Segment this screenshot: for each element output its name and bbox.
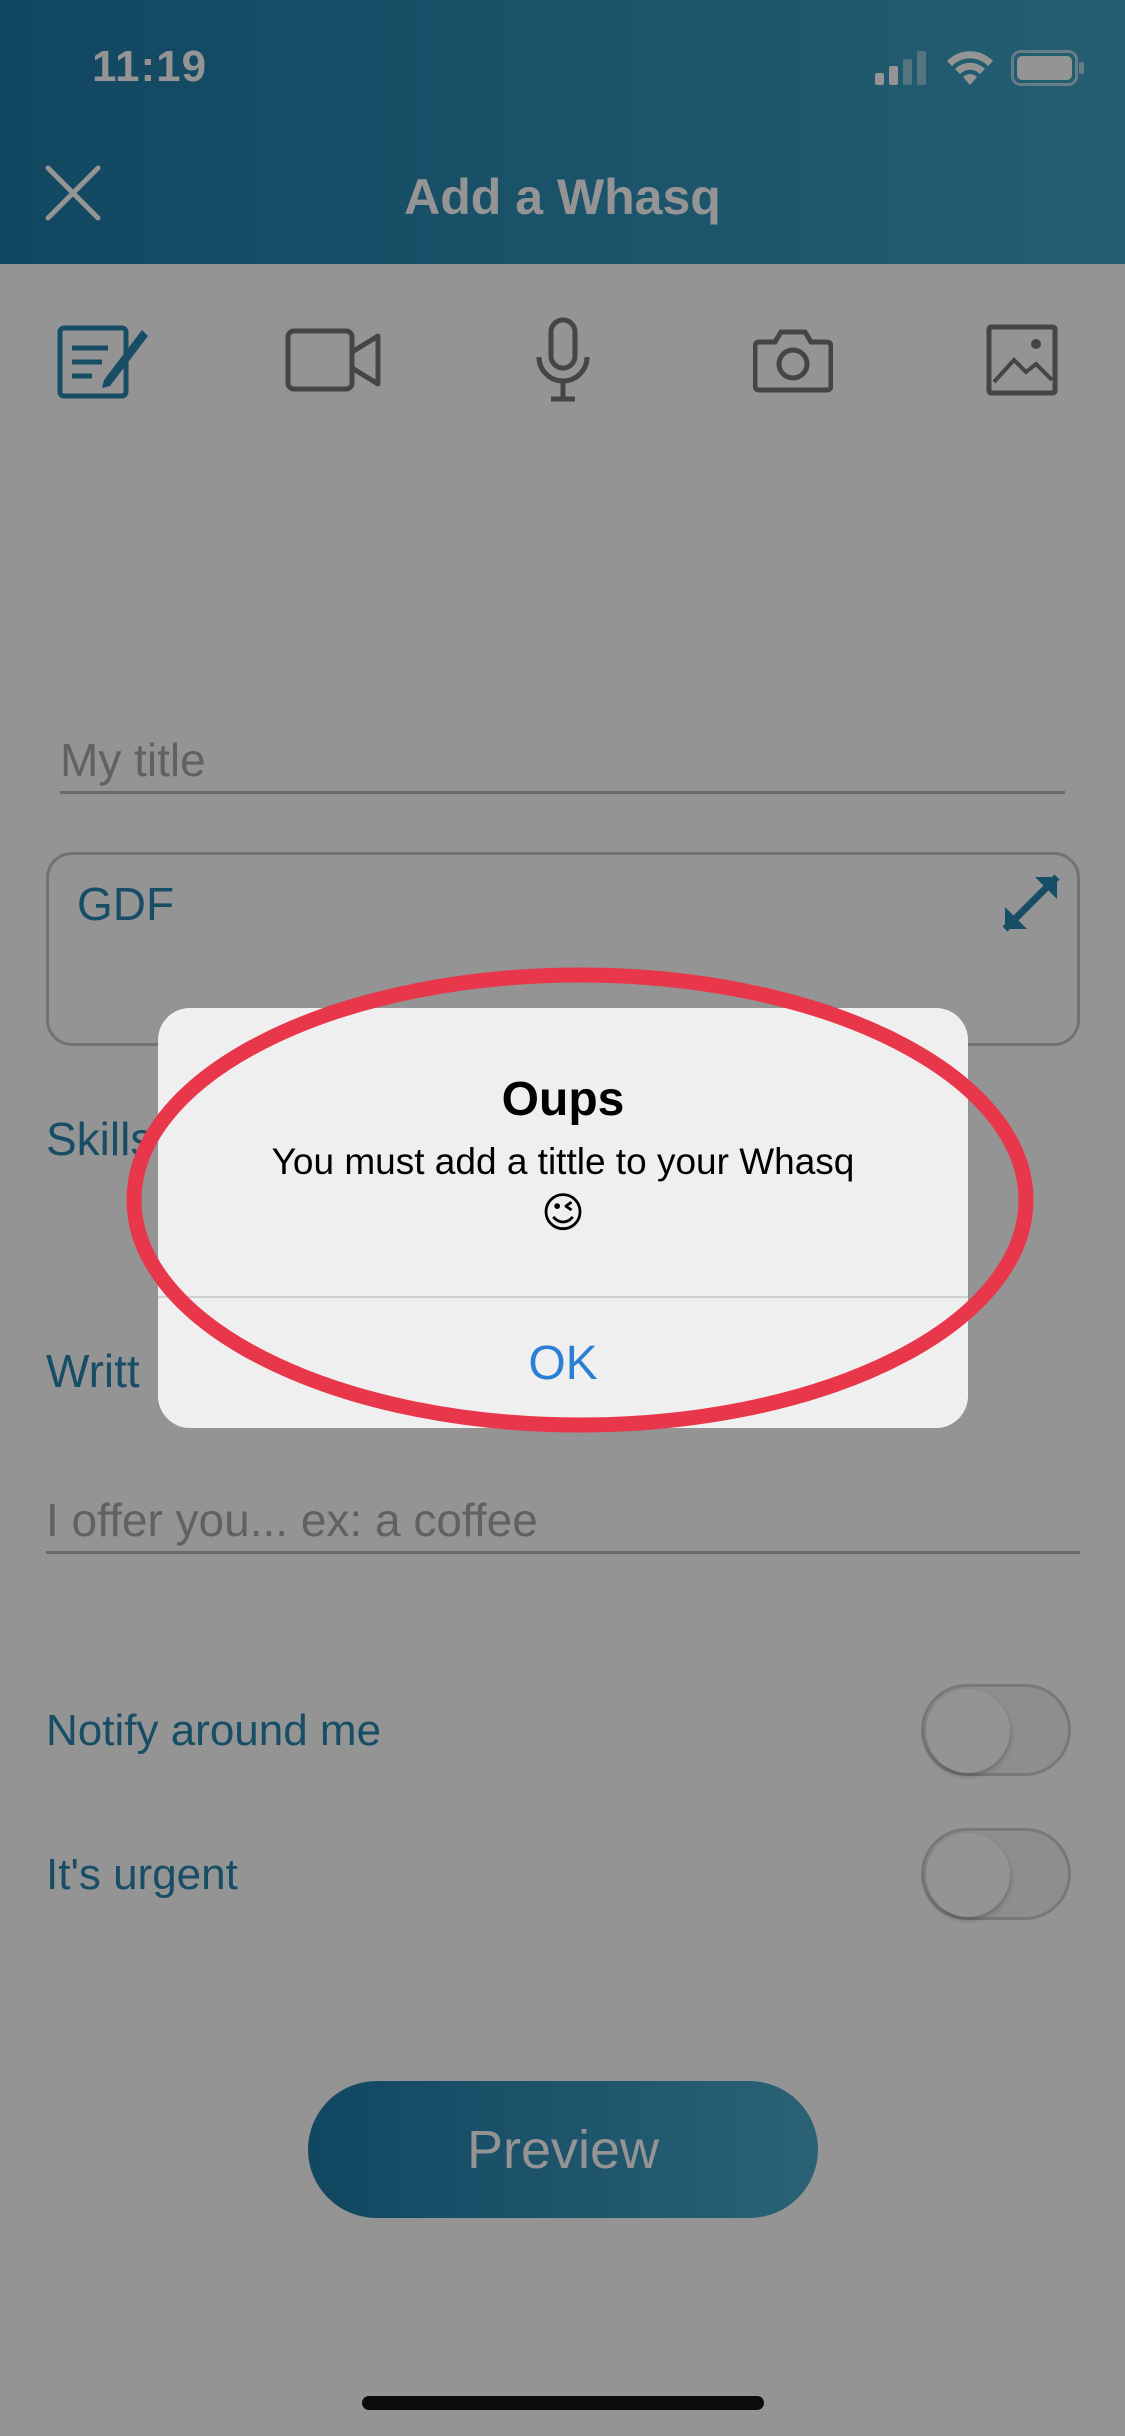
add-whasq-screen: 11:19 Add a Whasq My title GDF Skills Wr… xyxy=(0,0,1125,2436)
home-indicator xyxy=(362,2396,764,2410)
alert-title: Oups xyxy=(501,1073,625,1126)
winking-face-emoji: 😉 xyxy=(541,1189,585,1236)
alert-message: You must add a tittle to your Whasq xyxy=(271,1141,855,1182)
ok-button[interactable]: OK xyxy=(158,1298,968,1428)
alert-dialog: Oups You must add a tittle to your Whasq… xyxy=(158,1008,968,1428)
